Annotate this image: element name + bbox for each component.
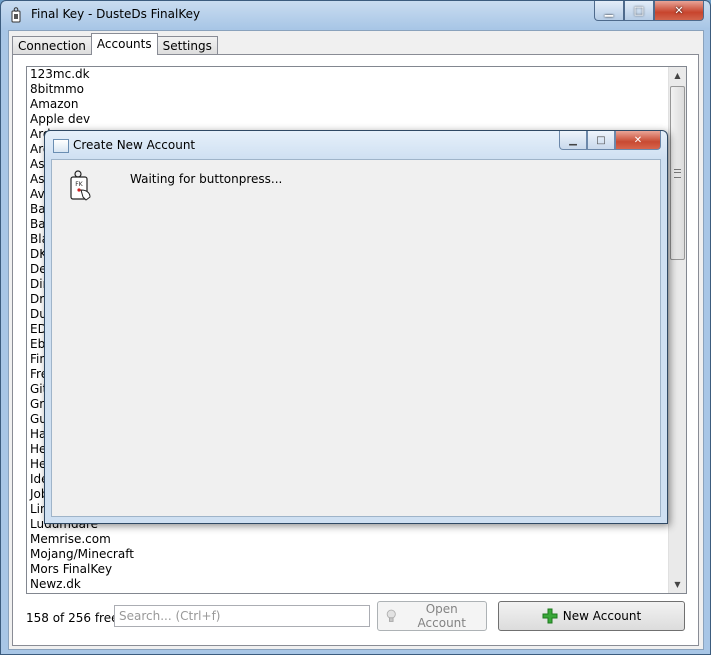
lightbulb-icon xyxy=(386,609,396,622)
title-bar[interactable]: Final Key - DusteDs FinalKey ▁ □ ✕ xyxy=(1,1,710,29)
finalkey-app-icon xyxy=(11,7,21,23)
close-button[interactable]: ✕ xyxy=(654,1,704,21)
scroll-thumb[interactable] xyxy=(670,86,685,260)
accounts-scrollbar[interactable]: ▲ ▼ xyxy=(668,67,686,593)
maximize-icon: □ xyxy=(633,4,645,17)
dialog-close-button[interactable]: ✕ xyxy=(615,131,661,150)
plus-icon xyxy=(542,608,558,624)
scroll-grip-icon xyxy=(674,169,681,178)
scroll-up-arrow-icon[interactable]: ▲ xyxy=(669,67,686,84)
window-title: Final Key - DusteDs FinalKey xyxy=(31,7,201,21)
maximize-button[interactable]: □ xyxy=(624,1,654,21)
dialog-minimize-button[interactable]: ▁ xyxy=(559,131,587,150)
list-item[interactable]: 8bitmmo xyxy=(27,82,667,97)
new-account-label: New Account xyxy=(562,609,642,623)
tab-settings[interactable]: Settings xyxy=(156,36,218,55)
minimize-button[interactable]: ▁ xyxy=(594,1,624,21)
free-slots-text: 158 of 256 free. xyxy=(26,611,123,625)
close-icon: ✕ xyxy=(674,4,684,17)
list-item[interactable]: Mors FinalKey xyxy=(27,562,667,577)
dialog-close-icon: ✕ xyxy=(633,134,643,146)
dialog-minimize-icon: ▁ xyxy=(569,134,577,146)
minimize-icon: ▁ xyxy=(604,4,614,17)
list-item[interactable]: 123mc.dk xyxy=(27,67,667,82)
create-account-dialog: Create New Account ▁ □ ✕ FK Waiting for … xyxy=(44,130,668,524)
dialog-client-area: FK Waiting for buttonpress... xyxy=(51,159,661,517)
tab-accounts[interactable]: Accounts xyxy=(90,33,158,55)
list-item[interactable]: Newz.dk xyxy=(27,577,667,592)
search-input[interactable] xyxy=(114,605,370,627)
list-item[interactable]: Amazon xyxy=(27,97,667,112)
open-account-label: Open Account xyxy=(417,602,466,630)
dialog-title: Create New Account xyxy=(73,138,196,152)
scroll-down-arrow-icon[interactable]: ▼ xyxy=(669,576,686,593)
dialog-maximize-icon: □ xyxy=(596,134,606,146)
list-item[interactable]: Mojang/Minecraft xyxy=(27,547,667,562)
tab-bar: Connection Accounts Settings xyxy=(12,33,218,55)
list-item[interactable]: Apple dev xyxy=(27,112,667,127)
tab-connection[interactable]: Connection xyxy=(12,36,92,55)
dialog-maximize-button[interactable]: □ xyxy=(587,131,615,150)
accounts-footer: 158 of 256 free. Open Account New Accoun… xyxy=(26,601,686,637)
dialog-window-icon xyxy=(53,139,69,153)
fk-icon-label: FK xyxy=(75,181,83,188)
open-account-button[interactable]: Open Account xyxy=(377,601,487,631)
list-item[interactable]: Memrise.com xyxy=(27,532,667,547)
new-account-button[interactable]: New Account xyxy=(498,601,685,631)
finalkey-device-icon: FK xyxy=(70,170,91,201)
waiting-message: Waiting for buttonpress... xyxy=(130,172,283,186)
